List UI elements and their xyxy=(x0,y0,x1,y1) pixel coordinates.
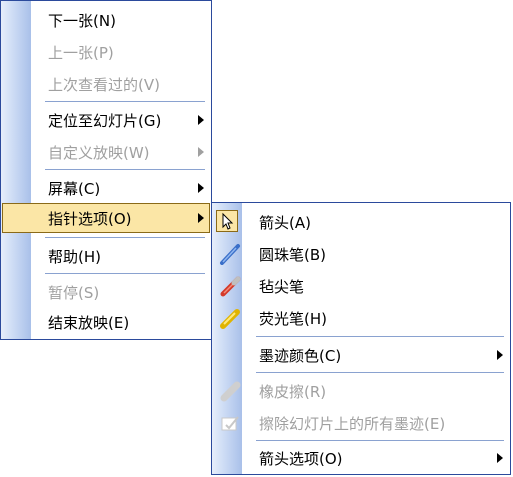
submenu-arrow-icon xyxy=(198,183,204,193)
eraser-icon xyxy=(219,380,241,402)
submenu-arrow-icon xyxy=(497,453,503,463)
menu-item-felt-tip-label: 毡尖笔 xyxy=(259,278,305,296)
menu-item-felt-tip[interactable]: 毡尖笔 xyxy=(213,271,509,301)
highlighter-icon xyxy=(219,307,241,329)
menu-item-eraser: 橡皮擦(R) xyxy=(213,376,509,406)
menu-item-pause: 暂停(S) xyxy=(2,277,210,307)
pointer-options-submenu: 箭头(A) 圆珠笔(B) 毡尖笔 荧光笔(H) 墨迹颜色(C) 橡皮擦(R) 擦… xyxy=(211,202,511,475)
menu-item-next-label: 下一张(N) xyxy=(48,12,116,30)
submenu-arrow-icon xyxy=(198,147,204,157)
slideshow-context-menu: 下一张(N) 上一张(P) 上次查看过的(V) 定位至幻灯片(G) 自定义放映(… xyxy=(0,0,212,340)
menu-item-last-viewed: 上次查看过的(V) xyxy=(2,69,210,99)
menu-item-help-label: 帮助(H) xyxy=(48,248,101,266)
menu-item-screen-label: 屏幕(C) xyxy=(48,180,101,198)
submenu-arrow-icon xyxy=(198,213,204,223)
menu-item-ink-color-label: 墨迹颜色(C) xyxy=(259,347,342,365)
menu-separator xyxy=(45,237,205,238)
menu-item-pause-label: 暂停(S) xyxy=(48,284,100,302)
menu-item-eraser-label: 橡皮擦(R) xyxy=(259,383,327,401)
ballpoint-pen-icon xyxy=(219,243,241,265)
menu-separator xyxy=(45,273,205,274)
menu-separator xyxy=(256,336,504,337)
menu-separator xyxy=(256,440,504,441)
erase-all-ink-icon xyxy=(219,412,241,434)
submenu-arrow-icon xyxy=(198,115,204,125)
menu-item-ballpoint-label: 圆珠笔(B) xyxy=(259,246,326,264)
pointer-arrow-icon xyxy=(216,210,238,232)
menu-item-prev: 上一张(P) xyxy=(2,37,210,67)
menu-item-arrow[interactable]: 箭头(A) xyxy=(213,207,509,237)
menu-separator xyxy=(45,101,205,102)
menu-item-pointer-options[interactable]: 指针选项(O) xyxy=(2,203,210,233)
menu-item-end-show-label: 结束放映(E) xyxy=(48,314,130,332)
menu-item-highlighter[interactable]: 荧光笔(H) xyxy=(213,303,509,333)
menu-item-end-show[interactable]: 结束放映(E) xyxy=(2,307,210,337)
menu-item-next[interactable]: 下一张(N) xyxy=(2,5,210,35)
menu-item-last-viewed-label: 上次查看过的(V) xyxy=(48,76,160,94)
menu-item-custom-show-label: 自定义放映(W) xyxy=(48,144,150,162)
menu-item-ink-color[interactable]: 墨迹颜色(C) xyxy=(213,340,509,370)
menu-separator xyxy=(256,372,504,373)
menu-item-pointer-options-label: 指针选项(O) xyxy=(48,210,132,228)
menu-item-help[interactable]: 帮助(H) xyxy=(2,241,210,271)
menu-item-erase-all-label: 擦除幻灯片上的所有墨迹(E) xyxy=(259,415,446,433)
menu-item-arrow-options-label: 箭头选项(O) xyxy=(259,450,343,468)
menu-item-highlighter-label: 荧光笔(H) xyxy=(259,310,327,328)
menu-item-erase-all: 擦除幻灯片上的所有墨迹(E) xyxy=(213,408,509,438)
menu-item-arrow-options[interactable]: 箭头选项(O) xyxy=(213,443,509,473)
menu-item-custom-show: 自定义放映(W) xyxy=(2,137,210,167)
menu-item-arrow-label: 箭头(A) xyxy=(259,214,311,232)
felt-tip-pen-icon xyxy=(219,275,241,297)
menu-item-goto-slide[interactable]: 定位至幻灯片(G) xyxy=(2,105,210,135)
menu-item-goto-slide-label: 定位至幻灯片(G) xyxy=(48,112,162,130)
menu-separator xyxy=(45,169,205,170)
menu-item-ballpoint[interactable]: 圆珠笔(B) xyxy=(213,239,509,269)
submenu-arrow-icon xyxy=(497,350,503,360)
menu-item-prev-label: 上一张(P) xyxy=(48,44,114,62)
menu-item-screen[interactable]: 屏幕(C) xyxy=(2,173,210,203)
